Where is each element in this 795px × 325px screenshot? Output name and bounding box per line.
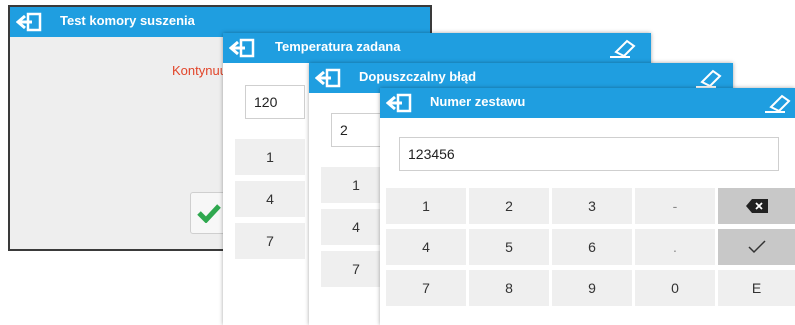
key-7[interactable]: 7: [235, 223, 305, 259]
temperature-titlebar: Temperatura zadana: [223, 33, 651, 63]
key-minus[interactable]: -: [635, 188, 715, 224]
key-4[interactable]: 4: [386, 229, 466, 265]
key-2[interactable]: 2: [469, 188, 549, 224]
exit-icon[interactable]: [386, 92, 414, 114]
eraser-icon[interactable]: [763, 93, 793, 113]
key-1[interactable]: 1: [386, 188, 466, 224]
checkmark-icon: [197, 204, 221, 223]
key-9[interactable]: 9: [552, 270, 632, 306]
set-number-titlebar: Numer zestawu: [380, 88, 795, 118]
exit-icon[interactable]: [315, 67, 343, 89]
key-5[interactable]: 5: [469, 229, 549, 265]
set-number-window: Numer zestawu 123456 1 2 3 - 4 5 6 . 7 8…: [380, 88, 795, 325]
key-6[interactable]: 6: [552, 229, 632, 265]
set-number-input[interactable]: 123456: [399, 137, 779, 171]
allowed-error-title: Dopuszczalny błąd: [359, 69, 477, 84]
key-0[interactable]: 0: [635, 270, 715, 306]
key-3[interactable]: 3: [552, 188, 632, 224]
backspace-button[interactable]: [718, 188, 795, 224]
key-8[interactable]: 8: [469, 270, 549, 306]
temperature-input[interactable]: 120: [245, 85, 305, 119]
key-1[interactable]: 1: [235, 139, 305, 175]
key-dot[interactable]: .: [635, 229, 715, 265]
eraser-icon[interactable]: [608, 38, 638, 58]
enter-button[interactable]: [718, 229, 795, 265]
set-number-title: Numer zestawu: [430, 94, 526, 109]
key-e[interactable]: E: [718, 270, 795, 306]
test-chamber-title: Test komory suszenia: [60, 13, 195, 28]
backspace-icon: [745, 199, 768, 213]
eraser-icon[interactable]: [694, 68, 724, 88]
key-4[interactable]: 4: [235, 181, 305, 217]
checkmark-icon: [747, 240, 766, 254]
temperature-title: Temperatura zadana: [275, 39, 401, 54]
key-7[interactable]: 7: [386, 270, 466, 306]
exit-icon[interactable]: [229, 37, 257, 59]
allowed-error-input[interactable]: 2: [331, 113, 381, 147]
exit-icon[interactable]: [16, 11, 44, 33]
continue-message: Kontynuuj: [172, 63, 230, 78]
